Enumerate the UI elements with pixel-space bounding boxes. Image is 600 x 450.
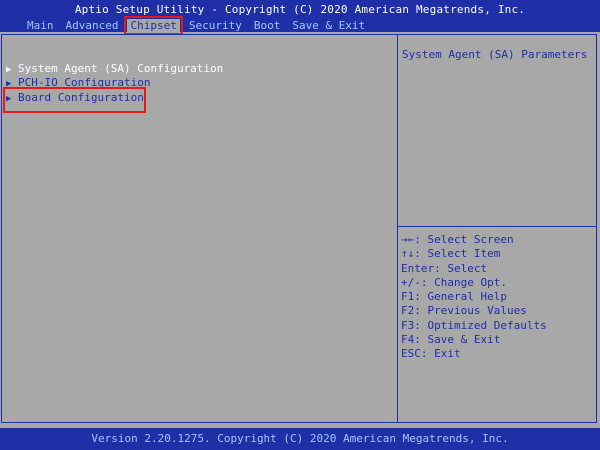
key-enter-select: Enter: Select (401, 261, 488, 275)
key-general-help: F1: General Help (401, 290, 507, 304)
key-legend: →←: Select Screen ↑↓: Select Item Enter:… (401, 233, 591, 362)
utility-title: Aptio Setup Utility - Copyright (C) 2020… (74, 3, 526, 16)
key-previous-values: F2: Previous Values (401, 304, 527, 318)
tab-chipset[interactable]: Chipset (124, 15, 183, 35)
key-change-opt: +/-: Change Opt. (401, 275, 507, 289)
key-save-exit: F4: Save & Exit (401, 333, 501, 347)
tab-bar: Main Advanced Chipset Security Boot Save… (24, 15, 374, 35)
help-description: System Agent (SA) Parameters (402, 48, 588, 61)
panel-divider (397, 34, 398, 423)
help-separator (398, 226, 597, 227)
menu-item-label: System Agent (SA) Configuration (18, 62, 224, 75)
key-optimized-defaults: F3: Optimized Defaults (401, 318, 547, 332)
key-esc-exit: ESC: Exit (401, 347, 461, 361)
title-bar: Aptio Setup Utility - Copyright (C) 2020… (0, 0, 600, 35)
tab-main[interactable]: Main (24, 19, 57, 32)
menu-item-system-agent[interactable]: ▶ System Agent (SA) Configuration (6, 62, 223, 76)
tab-security[interactable]: Security (186, 19, 245, 32)
tab-boot[interactable]: Boot (251, 19, 284, 32)
tab-save-exit[interactable]: Save & Exit (289, 19, 368, 32)
version-footer: Version 2.20.1275. Copyright (C) 2020 Am… (0, 428, 600, 450)
selection-highlight (3, 87, 146, 113)
key-select-item: ↑↓: Select Item (401, 247, 501, 261)
right-triangle-icon: ▶ (6, 65, 12, 75)
tab-advanced[interactable]: Advanced (63, 19, 122, 32)
key-select-screen: →←: Select Screen (401, 233, 514, 246)
